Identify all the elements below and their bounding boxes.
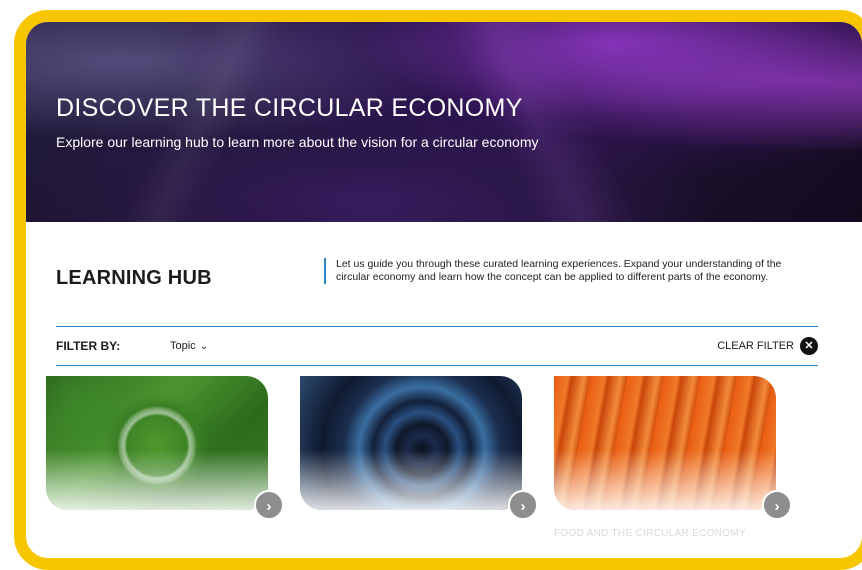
card-1-arrow-icon[interactable]: › [254, 490, 284, 520]
card-3-caption: FOOD AND THE CIRCULAR ECONOMY [554, 528, 746, 539]
topic-dropdown-label: Topic [170, 340, 196, 352]
card-fade [300, 450, 522, 510]
hero-subtitle: Explore our learning hub to learn more a… [56, 134, 539, 150]
card-3-arrow-icon[interactable]: › [762, 490, 792, 520]
close-icon: ✕ [800, 337, 818, 355]
learning-hub-title: LEARNING HUB [56, 267, 212, 289]
filter-label: FILTER BY: [56, 339, 121, 353]
filter-bar: FILTER BY: Topic ⌄ CLEAR FILTER ✕ [56, 326, 818, 366]
hero-banner: DISCOVER THE CIRCULAR ECONOMY Explore ou… [26, 22, 862, 222]
clear-filter-label: CLEAR FILTER [717, 340, 794, 352]
card-fade [46, 450, 268, 510]
learning-card-3[interactable] [554, 376, 776, 510]
topic-dropdown[interactable]: Topic ⌄ [170, 340, 208, 352]
clear-filter-button[interactable]: CLEAR FILTER ✕ [717, 337, 818, 355]
learning-card-2[interactable] [300, 376, 522, 510]
card-fade [554, 450, 776, 510]
learning-hub-description: Let us guide you through these curated l… [324, 258, 806, 284]
learning-card-1[interactable] [46, 376, 268, 510]
chevron-down-icon: ⌄ [199, 341, 209, 352]
hero-title: DISCOVER THE CIRCULAR ECONOMY [56, 94, 523, 122]
card-2-arrow-icon[interactable]: › [508, 490, 538, 520]
